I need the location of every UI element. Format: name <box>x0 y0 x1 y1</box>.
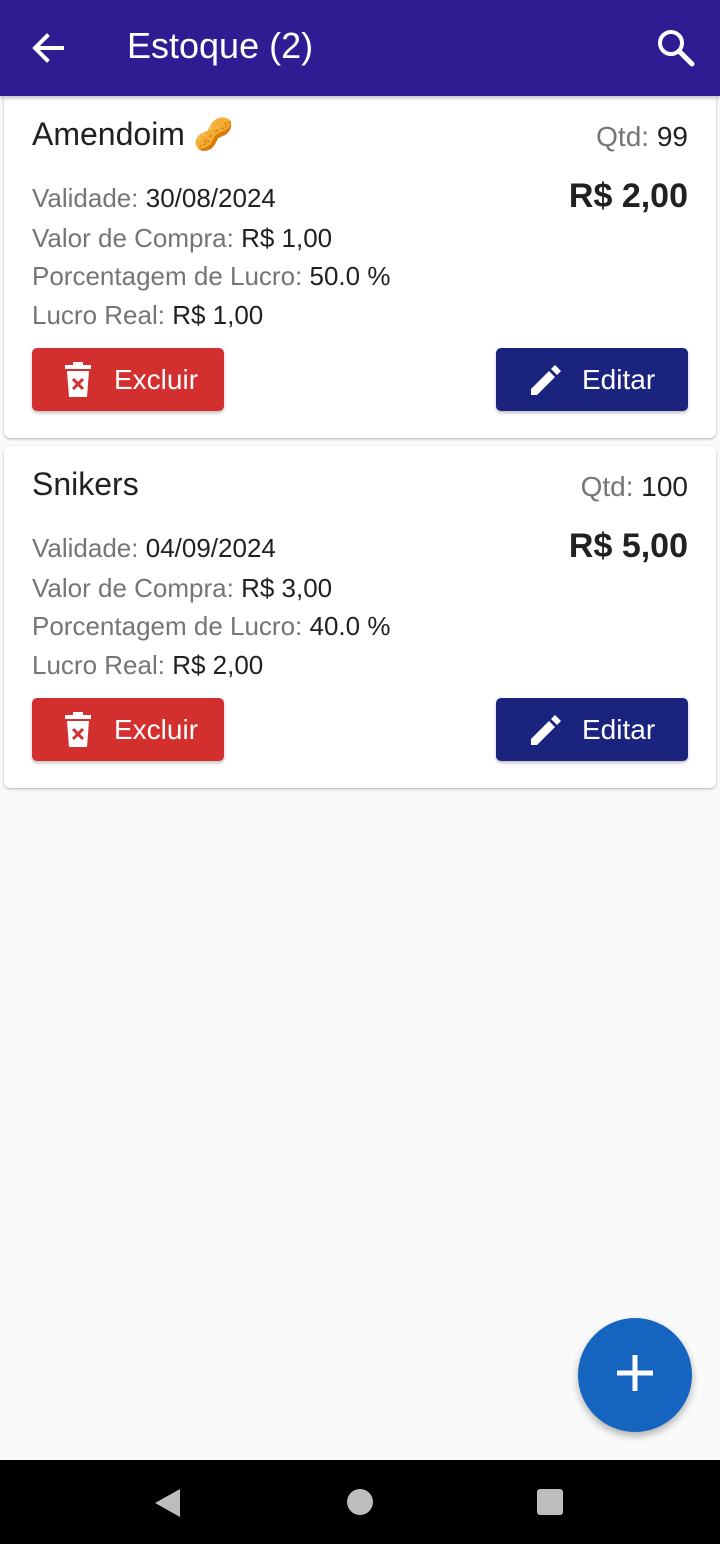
profit-percent-row: Porcentagem de Lucro: 40.0 % <box>32 610 390 642</box>
quantity-value: 99 <box>656 121 688 152</box>
expiry-row: Validade: 30/08/2024 <box>32 182 276 214</box>
edit-button-label: Editar <box>582 713 656 745</box>
profit-percent-row: Porcentagem de Lucro: 50.0 % <box>32 260 390 292</box>
real-profit-value: R$ 2,00 <box>172 650 264 680</box>
profit-percent-label: Porcentagem de Lucro: <box>32 261 303 291</box>
delete-button-label: Excluir <box>114 713 199 745</box>
real-profit-row: Lucro Real: R$ 1,00 <box>32 299 263 331</box>
back-triangle-icon[interactable] <box>152 1487 182 1524</box>
pencil-icon <box>526 360 566 400</box>
expiry-row: Validade: 04/09/2024 <box>32 532 276 564</box>
arrow-left-icon[interactable] <box>28 28 68 68</box>
product-quantity: Qtd: 100 <box>581 470 688 504</box>
trash-icon <box>58 360 98 400</box>
pencil-icon <box>526 710 566 750</box>
expiry-value: 30/08/2024 <box>145 183 276 213</box>
purchase-value: R$ 3,00 <box>241 573 333 603</box>
purchase-value: R$ 1,00 <box>241 223 333 253</box>
purchase-value-label: Valor de Compra: <box>32 573 234 603</box>
profit-percent-value: 50.0 % <box>309 261 391 291</box>
search-icon[interactable] <box>654 26 698 70</box>
edit-button-label: Editar <box>582 363 656 395</box>
expiry-value: 04/09/2024 <box>145 533 276 563</box>
purchase-value-row: Valor de Compra: R$ 1,00 <box>32 222 332 254</box>
real-profit-value: R$ 1,00 <box>172 300 264 330</box>
trash-icon <box>58 710 98 750</box>
quantity-label: Qtd: <box>580 471 634 502</box>
expiry-label: Validade: <box>32 183 139 213</box>
quantity-label: Qtd: <box>596 121 650 152</box>
edit-button[interactable]: Editar <box>496 348 688 411</box>
product-card: Snikers Qtd: 100 R$ 5,00 Validade: 04/09… <box>4 446 716 788</box>
real-profit-label: Lucro Real: <box>32 300 165 330</box>
real-profit-label: Lucro Real: <box>32 650 165 680</box>
quantity-value: 100 <box>641 471 688 502</box>
product-name: Snikers <box>32 466 139 502</box>
real-profit-row: Lucro Real: R$ 2,00 <box>32 649 263 681</box>
plus-icon <box>613 1351 657 1400</box>
profit-percent-label: Porcentagem de Lucro: <box>32 611 303 641</box>
delete-button[interactable]: Excluir <box>32 698 224 761</box>
home-circle-icon[interactable] <box>346 1488 374 1521</box>
product-price: R$ 5,00 <box>568 527 688 565</box>
purchase-value-row: Valor de Compra: R$ 3,00 <box>32 572 332 604</box>
app-bar: Estoque (2) <box>0 0 720 96</box>
edit-button[interactable]: Editar <box>496 698 688 761</box>
product-name: Amendoim 🥜 <box>32 116 234 152</box>
page-title: Estoque (2) <box>127 25 314 66</box>
delete-button-label: Excluir <box>114 363 199 395</box>
system-nav-bar <box>0 1460 720 1544</box>
expiry-label: Validade: <box>32 533 139 563</box>
add-product-button[interactable] <box>578 1318 692 1432</box>
product-price: R$ 2,00 <box>568 177 688 215</box>
recents-square-icon[interactable] <box>537 1489 563 1520</box>
product-card: Amendoim 🥜 Qtd: 99 R$ 2,00 Validade: 30/… <box>4 96 716 438</box>
purchase-value-label: Valor de Compra: <box>32 223 234 253</box>
product-quantity: Qtd: 99 <box>596 120 688 154</box>
delete-button[interactable]: Excluir <box>32 348 224 411</box>
profit-percent-value: 40.0 % <box>309 611 391 641</box>
